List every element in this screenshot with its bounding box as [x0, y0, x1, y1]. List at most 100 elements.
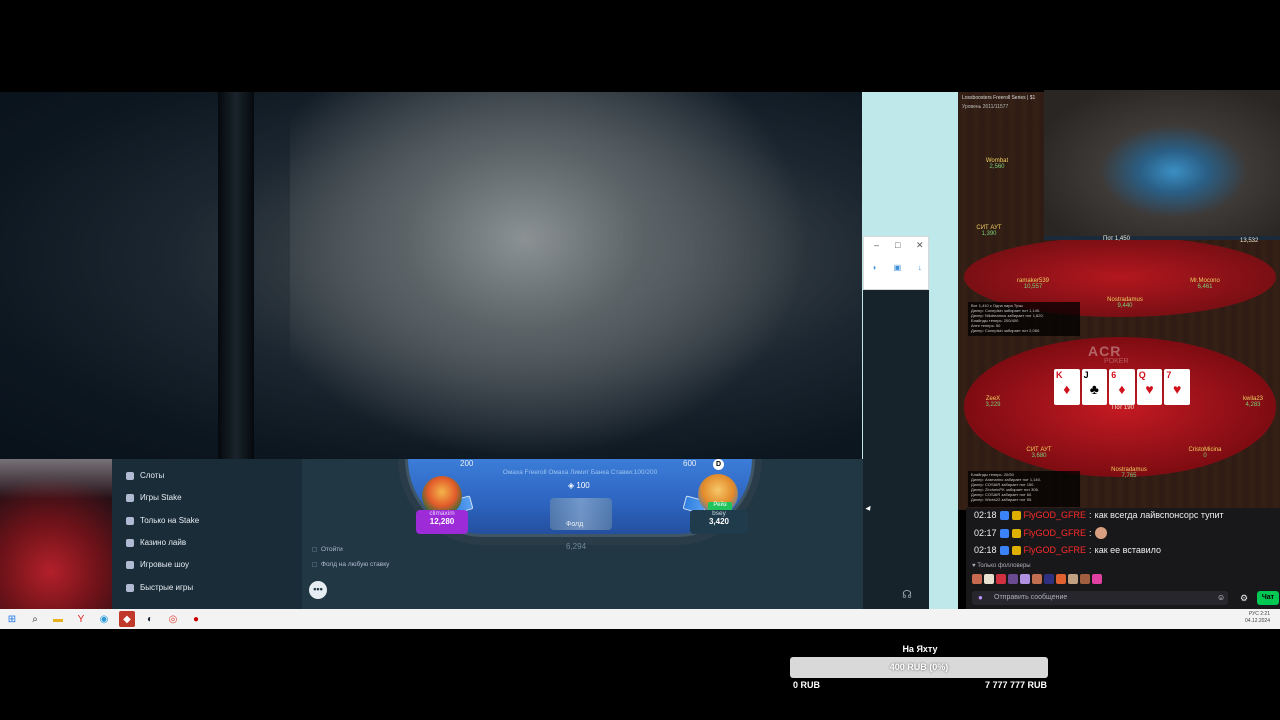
sub-badge-icon [999, 510, 1009, 520]
maximize-icon[interactable]: □ [895, 240, 900, 250]
seat: Nostradamus 9,440 [1100, 297, 1150, 309]
read-aloud-icon[interactable]: ◗ [872, 263, 877, 277]
sidebar-item-label: Быстрые игры [140, 583, 194, 592]
dealer-button: D [713, 459, 724, 470]
pot-amount: ◈ 100 [568, 481, 590, 490]
chat-username[interactable]: FlyGOD_GFRE [1024, 528, 1087, 538]
emote-icon[interactable] [972, 574, 982, 584]
headset-icon[interactable]: ☊ [900, 588, 914, 602]
sidebar-item-game-shows[interactable]: Игровые шоу [126, 560, 189, 569]
emote-icon[interactable] [1056, 574, 1066, 584]
board-card: 7 ♥ [1164, 369, 1190, 405]
sidebar-item-stake-games[interactable]: Игры Stake [126, 493, 182, 502]
chrome-icon[interactable]: ◎ [165, 611, 181, 627]
table1-chips-right: 13,532 [1240, 238, 1259, 244]
player2-nameplate: bsey 3,420 [690, 510, 748, 534]
stake-thumbnail [0, 459, 112, 609]
seat: Mr.Mocono 6,461 [1180, 278, 1230, 290]
seat-stack: 2,560 [989, 164, 1005, 170]
card-rank: 6 [1111, 370, 1117, 380]
card-rank: 7 [1166, 370, 1172, 380]
table1-pot: Пот 1,450 [1103, 236, 1130, 242]
app-icon[interactable]: ◆ [119, 611, 135, 627]
system-tray[interactable]: РУС 2:21 04.12.2024 [1245, 611, 1270, 625]
thumbnail-frost [0, 459, 112, 499]
seat-stack: 4,283 [1245, 402, 1261, 408]
sidebar-item-fast-games[interactable]: Быстрые игры [126, 583, 193, 592]
emote-icon[interactable] [1092, 574, 1102, 584]
sit-out-checkbox[interactable]: Отойти [312, 546, 343, 553]
sidebar-item-slots[interactable]: Слоты [126, 471, 164, 480]
player3-action: Фолд [566, 521, 584, 528]
chat-username[interactable]: FlyGOD_GFRE [1024, 545, 1087, 555]
seat-stack: 3,680 [1031, 453, 1047, 459]
goal-progress-text: 400 RUB (0%) [889, 662, 949, 672]
sub-badge-icon [999, 528, 1009, 538]
search-icon[interactable]: ⌕ [27, 611, 43, 627]
seat-stack: 7,765 [1121, 473, 1137, 479]
video-player[interactable] [0, 92, 862, 459]
seat-stack: 1,390 [981, 231, 997, 237]
edge-browser-icon[interactable]: ◉ [96, 611, 112, 627]
emote-icon[interactable] [1008, 574, 1018, 584]
windows-start-icon[interactable]: ⊞ [4, 611, 20, 627]
video-figure-shape [290, 92, 810, 459]
followers-only-notice: ♥ Только фолловеры [972, 563, 1031, 569]
gear-icon[interactable]: ⚙ [1240, 593, 1248, 604]
sidebar-item-exclusive[interactable]: Только на Stake [126, 516, 199, 525]
sidebar-item-live-casino[interactable]: Казино лайв [126, 538, 186, 547]
crown-badge-icon [1011, 510, 1021, 520]
chat-input[interactable]: Отправить сообщение [972, 591, 1228, 605]
sub-badge-icon [999, 545, 1009, 555]
minimize-icon[interactable]: – [874, 240, 879, 250]
seat: СИТ АУТ 3,680 [1014, 447, 1064, 459]
emote-icon[interactable] [1020, 574, 1030, 584]
chat-send-button[interactable]: Чат [1257, 591, 1279, 605]
chat-message: 02:18 FlyGOD_GFRE: как ее вставило [974, 545, 1162, 555]
mic-icon[interactable]: ● [978, 593, 985, 603]
checkbox-box [312, 547, 317, 552]
chat-username[interactable]: FlyGOD_GFRE [1024, 510, 1087, 520]
tournament-info: Уровень 2611/11577 [962, 104, 1009, 110]
emoji-icon[interactable]: ☺ [1217, 593, 1225, 602]
emote-icon[interactable] [1044, 574, 1054, 584]
board-card: 6 ♦ [1109, 369, 1135, 405]
collections-icon[interactable]: ▣ [894, 263, 902, 277]
emote-icon[interactable] [984, 574, 994, 584]
seat: ZeeX 3,229 [968, 396, 1018, 408]
close-icon[interactable]: ✕ [916, 240, 924, 251]
emote-bar [972, 574, 1102, 584]
fold-any-checkbox[interactable]: Фолд на любую ставку [312, 561, 389, 568]
board-card: J ♣ [1081, 369, 1108, 405]
seat: CristoMicina 0 [1180, 447, 1230, 459]
sidebar-item-label: Только на Stake [140, 516, 200, 525]
goal-max-label: 7 777 777 RUB [985, 680, 1048, 690]
table2-hand-log: Блайнды теперь: 20/50 Дилер: Aramarino з… [968, 471, 1080, 507]
download-icon[interactable]: ↓ [918, 263, 922, 277]
card-rank: K [1056, 370, 1063, 380]
steam-icon[interactable]: ◐ [142, 611, 158, 627]
checkbox-box [312, 562, 317, 567]
emote-icon[interactable] [1032, 574, 1042, 584]
emote-icon[interactable] [1068, 574, 1078, 584]
chat-time: 02:18 [974, 510, 997, 520]
emote-icon[interactable] [1080, 574, 1090, 584]
slots-icon [126, 471, 134, 480]
followers-only-label: Только фолловеры [977, 563, 1031, 569]
goal-min-label: 0 RUB [793, 680, 821, 690]
board-card: Q ♥ [1136, 369, 1163, 405]
yandex-browser-icon[interactable]: Y [73, 611, 89, 627]
file-explorer-icon[interactable]: ▬ [50, 611, 66, 627]
card-suit-icon: ♥ [1173, 381, 1182, 397]
obs-icon[interactable]: ● [188, 611, 204, 627]
chat-message: 02:18 FlyGOD_GFRE: как всегда лайвспонсо… [974, 510, 1224, 520]
acr-logo: ACR [1088, 343, 1122, 359]
windows-taskbar: ⊞ ⌕ ▬ Y ◉ ◆ ◐ ◎ ● РУС 2:21 04.12.2024 [0, 609, 1280, 629]
chat-bubble-icon[interactable]: ••• [309, 581, 327, 599]
crown-badge-icon [1011, 528, 1021, 538]
chat-time: 02:18 [974, 545, 997, 555]
webcam-feed [1044, 90, 1280, 238]
community-cards: K ♦ J ♣ 6 ♦ Q ♥ 7 ♥ [1054, 369, 1190, 405]
emote-icon[interactable] [996, 574, 1006, 584]
card-suit-icon: ♦ [1118, 381, 1126, 397]
